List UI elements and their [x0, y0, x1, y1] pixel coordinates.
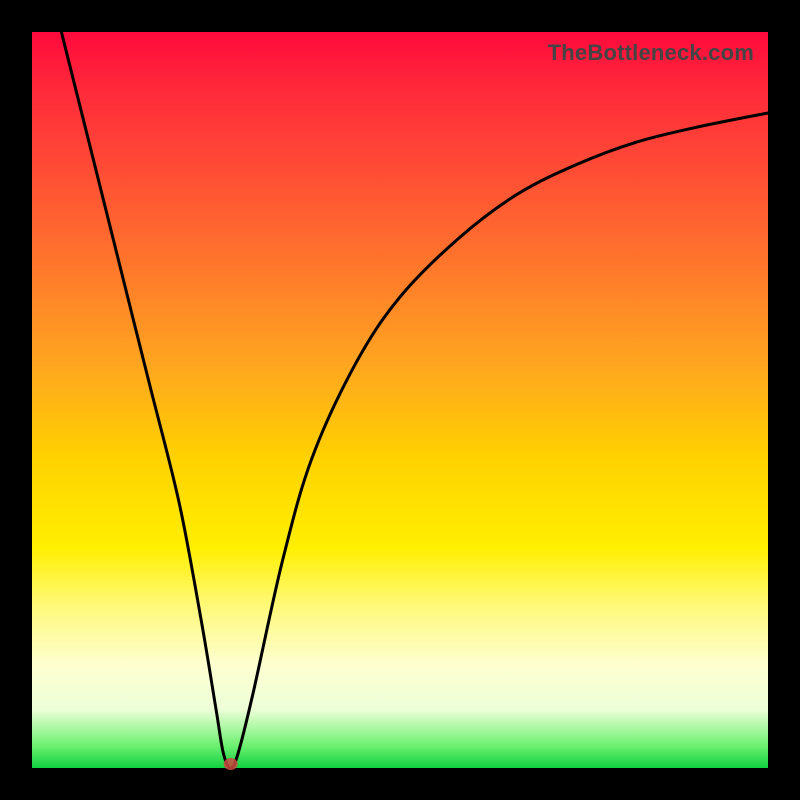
chart-frame: TheBottleneck.com — [0, 0, 800, 800]
bottleneck-curve — [32, 32, 768, 768]
plot-area: TheBottleneck.com — [32, 32, 768, 768]
minimum-marker — [224, 758, 238, 770]
